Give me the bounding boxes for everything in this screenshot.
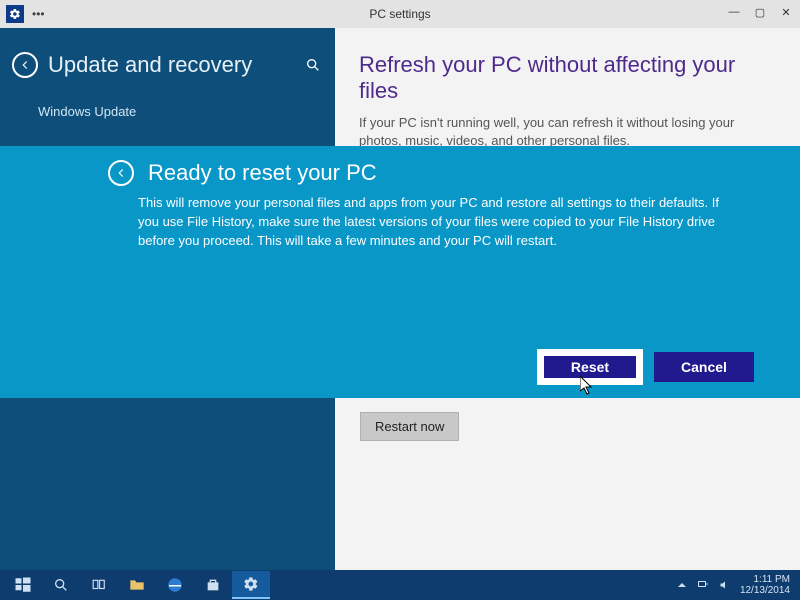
volume-icon[interactable] <box>718 579 732 591</box>
window-controls: — ▢ ✕ <box>726 4 794 20</box>
sidebar-header: Update and recovery <box>0 42 335 94</box>
start-button[interactable] <box>4 571 42 599</box>
settings-task-icon[interactable] <box>232 571 270 599</box>
cancel-button[interactable]: Cancel <box>654 352 754 382</box>
taskbar-tray: 1:11 PM 12/13/2014 <box>676 574 796 596</box>
modal-title: Ready to reset your PC <box>148 160 377 186</box>
window-title: PC settings <box>369 7 430 21</box>
reset-modal: Ready to reset your PC This will remove … <box>0 146 800 398</box>
maximize-button[interactable]: ▢ <box>752 4 768 20</box>
restart-now-button[interactable]: Restart now <box>360 412 459 441</box>
taskbar-date: 12/13/2014 <box>740 585 790 596</box>
modal-body: This will remove your personal files and… <box>138 194 728 251</box>
taskbar-search-icon[interactable] <box>42 571 80 599</box>
titlebar: ••• PC settings — ▢ ✕ <box>0 0 800 28</box>
refresh-heading: Refresh your PC without affecting your f… <box>359 52 776 104</box>
menu-dots[interactable]: ••• <box>32 7 45 21</box>
store-icon[interactable] <box>194 571 232 599</box>
taskbar: 1:11 PM 12/13/2014 <box>0 570 800 600</box>
sidebar-title: Update and recovery <box>48 52 252 78</box>
refresh-body: If your PC isn't running well, you can r… <box>359 114 759 150</box>
sidebar-item-windows-update[interactable]: Windows Update <box>0 94 335 129</box>
modal-back-icon[interactable] <box>108 160 134 186</box>
close-button[interactable]: ✕ <box>778 4 794 20</box>
minimize-button[interactable]: — <box>726 4 742 20</box>
pc-settings-window: ••• PC settings — ▢ ✕ Update and recover… <box>0 0 800 570</box>
ie-icon[interactable] <box>156 571 194 599</box>
network-icon[interactable] <box>696 579 710 591</box>
restart-row: Restart now <box>360 412 459 441</box>
tray-up-icon[interactable] <box>676 579 688 591</box>
app-icon <box>6 5 24 23</box>
back-icon[interactable] <box>12 52 38 78</box>
modal-header: Ready to reset your PC <box>108 160 740 186</box>
taskbar-time: 1:11 PM <box>740 574 790 585</box>
search-icon[interactable] <box>303 55 323 75</box>
taskview-icon[interactable] <box>80 571 118 599</box>
reset-button[interactable]: Reset <box>540 352 640 382</box>
modal-actions: Reset Cancel <box>540 352 754 382</box>
file-explorer-icon[interactable] <box>118 571 156 599</box>
taskbar-clock[interactable]: 1:11 PM 12/13/2014 <box>740 574 790 596</box>
